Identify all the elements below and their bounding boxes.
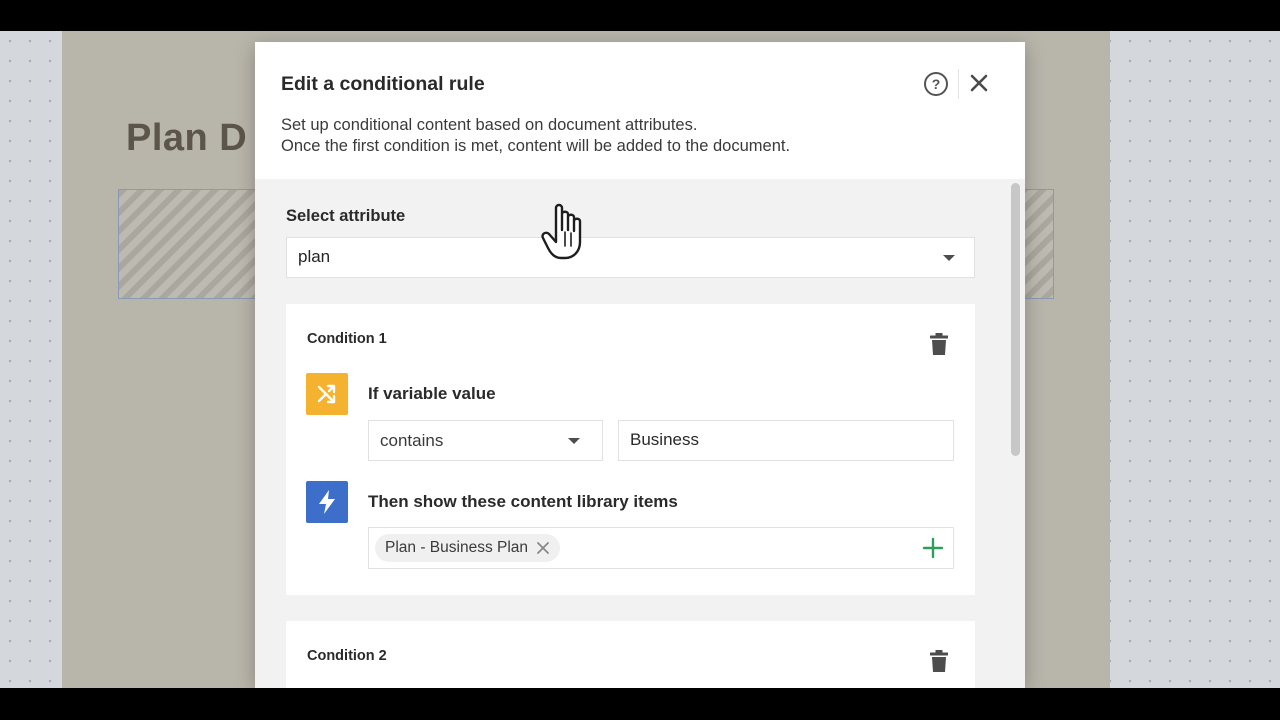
if-variable-label: If variable value [368,384,496,403]
shuffle-icon [306,373,348,415]
attribute-select[interactable]: plan [286,237,975,278]
operator-select-value: contains [380,431,444,450]
condition-value-text: Business [630,430,699,449]
modal-body: Select attribute plan Condition 1 If var… [255,179,1025,688]
conditional-rule-modal: Edit a conditional rule ? Set up conditi… [255,42,1025,688]
condition-value-input[interactable]: Business [618,420,954,461]
content-item-label: Plan - Business Plan [385,539,529,556]
chevron-down-icon [568,438,580,444]
modal-description-line-2: Once the first condition is met, content… [281,137,791,155]
content-item-chip: Plan - Business Plan [375,534,561,562]
operator-select[interactable]: contains [368,420,603,461]
plus-icon[interactable] [922,537,944,559]
condition-card: Condition 1 If variable value contains B… [286,304,975,595]
modal-header: Edit a conditional rule ? Set up conditi… [255,42,1025,179]
chevron-down-icon [943,255,955,261]
then-show-label: Then show these content library items [368,492,678,511]
header-divider [958,69,959,99]
document-title: Plan D [126,117,248,159]
trash-icon[interactable] [930,332,948,356]
condition-card: Condition 2 [286,621,975,688]
x-icon[interactable] [536,541,550,555]
attribute-select-value: plan [298,247,331,266]
condition-title: Condition 1 [307,331,387,347]
trash-icon[interactable] [930,649,948,673]
select-attribute-label: Select attribute [286,207,406,225]
lightning-icon [306,481,348,523]
help-icon[interactable]: ? [924,72,948,96]
modal-title: Edit a conditional rule [281,73,485,95]
content-items-field[interactable]: Plan - Business Plan [368,527,954,569]
scrollbar-thumb[interactable] [1011,183,1020,456]
modal-description-line-1: Set up conditional content based on docu… [281,116,698,134]
condition-title: Condition 2 [307,648,387,664]
screen-content: Plan D Edit a conditional rule ? Set up … [0,31,1280,688]
scrollbar-track[interactable] [1007,179,1025,688]
close-icon[interactable] [966,70,992,96]
